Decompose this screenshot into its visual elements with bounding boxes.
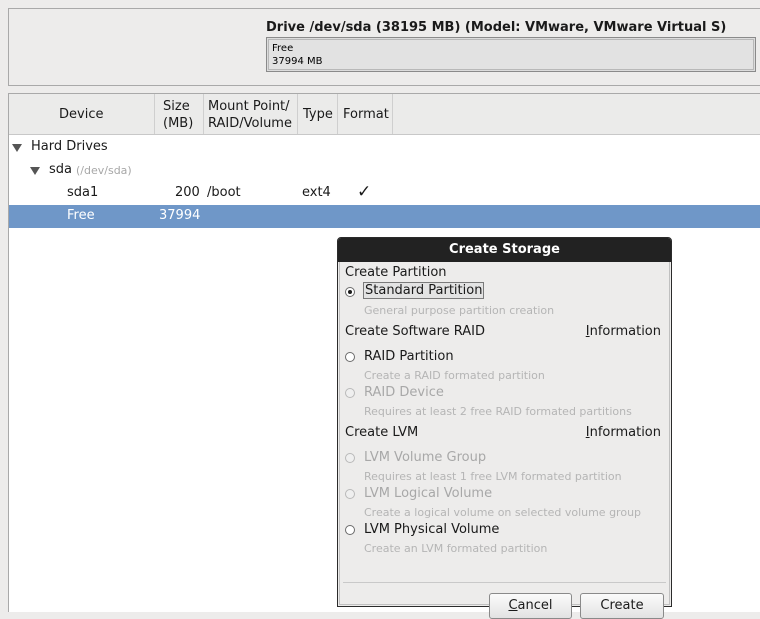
free-segment-label: Free — [272, 43, 294, 54]
raid-device-desc: Requires at least 2 free RAID formated p… — [364, 405, 632, 418]
create-button[interactable]: Create — [580, 593, 664, 619]
section-create-raid: Create Software RAID — [345, 324, 486, 339]
standard-partition-desc: General purpose partition creation — [364, 304, 555, 317]
dialog-body: Create Partition Standard Partition Gene… — [339, 262, 670, 619]
table-row-free[interactable]: Free 37994 — [9, 205, 760, 228]
raid-information-link[interactable]: Information — [586, 324, 661, 339]
column-device[interactable]: Device — [9, 94, 155, 134]
lvm-logical-volume-option: LVM Logical Volume — [345, 486, 665, 504]
create-storage-dialog: Create Storage Create Partition Standard… — [337, 237, 672, 619]
section-create-partition: Create Partition — [345, 265, 447, 280]
drive-partition-bar[interactable]: Free 37994 MB — [266, 37, 756, 72]
lvm-physical-volume-option[interactable]: LVM Physical Volume — [345, 522, 665, 540]
lvm-logical-volume-label: LVM Logical Volume — [364, 486, 493, 501]
section-create-lvm: Create LVM — [345, 425, 419, 440]
tree-row-hard-drives[interactable]: Hard Drives — [9, 136, 760, 159]
column-format[interactable]: Format — [338, 94, 393, 134]
dialog-title: Create Storage — [338, 238, 671, 262]
lvm-volume-group-desc: Requires at least 1 free LVM formated pa… — [364, 470, 622, 483]
standard-partition-radio[interactable] — [345, 287, 355, 297]
raid-partition-label[interactable]: RAID Partition — [364, 349, 454, 364]
tree-row-sda[interactable]: sda (/dev/sda) — [9, 159, 760, 182]
lvm-logical-volume-radio — [345, 489, 355, 499]
raid-device-label: RAID Device — [364, 385, 444, 400]
dialog-separator — [343, 582, 666, 583]
column-mount-point[interactable]: Mount Point/ RAID/Volume — [204, 94, 298, 134]
raid-partition-option[interactable]: RAID Partition — [345, 349, 665, 367]
table-row-sda1[interactable]: sda1 200 /boot ext4 ✓ — [9, 182, 760, 205]
column-size[interactable]: Size (MB) — [155, 94, 204, 134]
free-segment[interactable]: Free 37994 MB — [268, 39, 754, 70]
raid-partition-radio[interactable] — [345, 352, 355, 362]
lvm-logical-volume-desc: Create a logical volume on selected volu… — [364, 506, 642, 519]
lvm-volume-group-label: LVM Volume Group — [364, 450, 487, 465]
lvm-volume-group-option: LVM Volume Group — [345, 450, 665, 468]
standard-partition-label[interactable]: Standard Partition — [363, 282, 485, 299]
standard-partition-option[interactable]: Standard Partition — [345, 282, 665, 302]
column-type[interactable]: Type — [298, 94, 338, 134]
free-segment-size: 37994 MB — [272, 56, 323, 67]
expander-down-icon[interactable] — [30, 167, 40, 175]
lvm-physical-volume-desc: Create an LVM formated partition — [364, 542, 548, 555]
raid-partition-desc: Create a RAID formated partition — [364, 369, 545, 382]
lvm-physical-volume-label[interactable]: LVM Physical Volume — [364, 522, 499, 537]
raid-device-radio — [345, 388, 355, 398]
drive-title: Drive /dev/sda (38195 MB) (Model: VMware… — [266, 20, 727, 35]
lvm-physical-volume-radio[interactable] — [345, 525, 355, 535]
lvm-volume-group-radio — [345, 453, 355, 463]
table-header: Device Size (MB) Mount Point/ RAID/Volum… — [9, 94, 760, 135]
raid-device-option: RAID Device — [345, 385, 665, 403]
expander-down-icon[interactable] — [12, 144, 22, 152]
format-check-icon: ✓ — [357, 182, 372, 202]
lvm-information-link[interactable]: Information — [586, 425, 661, 440]
cancel-button[interactable]: Cancel — [489, 593, 572, 619]
